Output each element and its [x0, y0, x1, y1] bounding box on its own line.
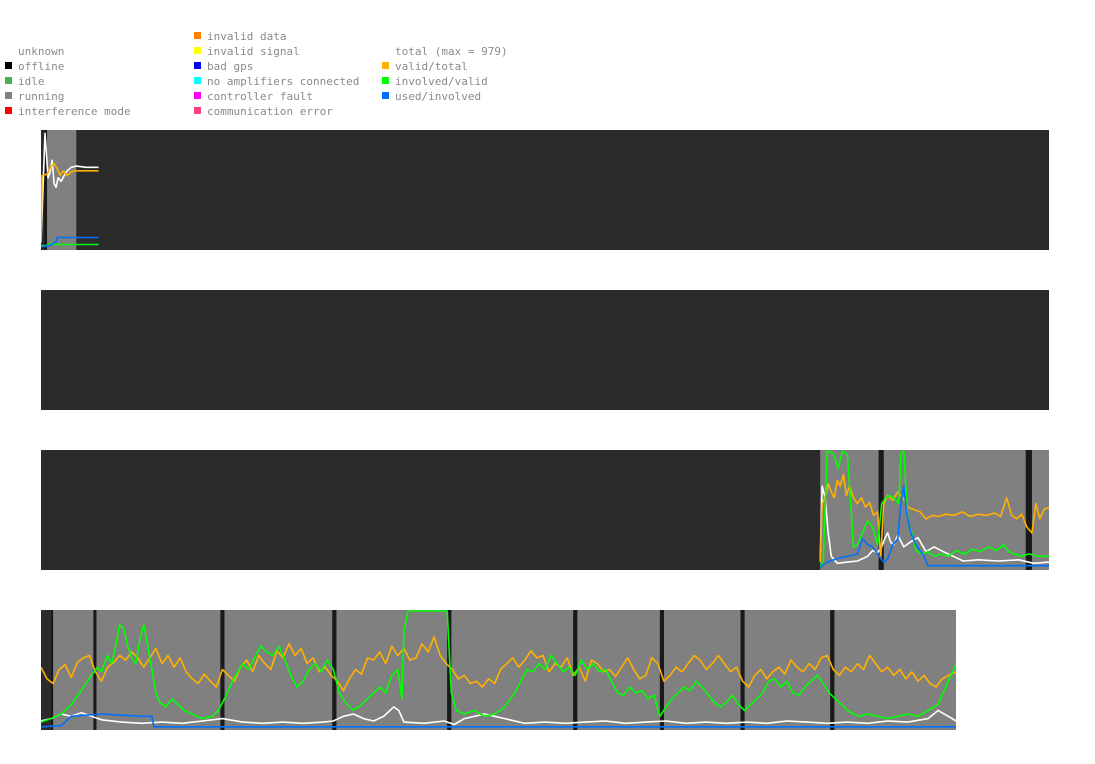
running-period-2 [96, 610, 221, 730]
chart-strip-1 [41, 130, 1049, 250]
chart-strip-1-plot [41, 130, 99, 250]
legend-swatch [194, 77, 201, 84]
legend-swatch [194, 107, 201, 114]
running-period-4 [336, 610, 448, 730]
chart-strip-4 [41, 610, 956, 730]
legend-swatch [194, 92, 201, 99]
legend-label: involved/valid [395, 75, 488, 88]
legend-label: running [18, 90, 65, 103]
running-period-1 [820, 450, 879, 570]
running-period-3 [224, 610, 333, 730]
chart-strip-2 [41, 290, 1049, 410]
offline-period-2 [1025, 450, 1032, 570]
legend-label: total (max = 979) [395, 45, 508, 58]
legend-swatch [194, 32, 201, 39]
legend-label: interference mode [18, 105, 131, 118]
chart-strip-4-plot [41, 610, 956, 730]
legend: unknown offline idle running interference mo… [0, 0, 1095, 126]
legend-label: invalid signal [207, 45, 300, 58]
chart-strip-3 [41, 450, 1049, 570]
legend-swatch [5, 92, 12, 99]
offline-period-1 [51, 610, 54, 730]
legend-label: unknown [18, 45, 65, 58]
legend-label: used/involved [395, 90, 482, 103]
legend-swatch [382, 77, 389, 84]
legend-swatch [5, 62, 12, 69]
legend-label: invalid data [207, 30, 287, 43]
chart-strip-3-plot [819, 450, 1049, 570]
offline-period-8 [740, 610, 745, 730]
legend-swatch [5, 77, 12, 84]
legend-label: idle [18, 75, 45, 88]
legend-label: bad gps [207, 60, 254, 73]
legend-label: offline [18, 60, 65, 73]
legend-swatch [382, 47, 389, 54]
legend-label: controller fault [207, 90, 313, 103]
legend-label: communication error [207, 105, 333, 118]
legend-label: valid/total [395, 60, 468, 73]
chart-strip-2-plot [41, 290, 1049, 410]
legend-swatch [382, 92, 389, 99]
legend-label: no amplifiers connected [207, 75, 360, 88]
legend-swatch [382, 62, 389, 69]
legend-swatch [5, 107, 12, 114]
legend-swatch [194, 47, 201, 54]
legend-swatch [194, 62, 201, 69]
running-period-1 [46, 130, 77, 250]
